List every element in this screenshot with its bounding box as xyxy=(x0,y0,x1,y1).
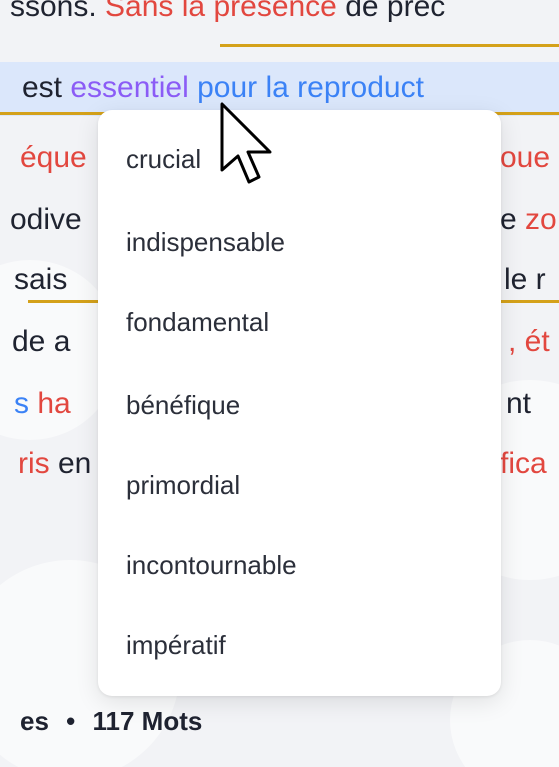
word-count: 117 Mots xyxy=(92,706,203,736)
text-fragment: de préc xyxy=(336,0,446,23)
suggestion-item[interactable]: fondamental xyxy=(126,307,269,338)
bullet-separator: • xyxy=(66,706,76,736)
suggestion-underline xyxy=(220,44,559,47)
flagged-word[interactable]: ha xyxy=(37,387,70,420)
mouse-pointer-icon xyxy=(220,102,272,184)
text-fragment: en xyxy=(49,447,92,480)
text-line-1: ssons. Sans la présence de préc xyxy=(0,0,559,60)
flagged-word[interactable]: éque xyxy=(20,141,87,174)
text-fragment: e xyxy=(500,203,526,236)
selected-word[interactable]: essentiel xyxy=(70,71,188,104)
text-line-2: est essentiel pour la reproduct xyxy=(0,62,559,116)
suggestion-underline xyxy=(28,300,98,303)
text-fragment: sais xyxy=(14,263,68,296)
flagged-word[interactable]: fica xyxy=(500,447,547,480)
suggestion-underline xyxy=(501,300,559,303)
text-fragment: de a xyxy=(12,325,71,358)
flagged-word[interactable]: zo xyxy=(525,203,557,236)
synonym-suggestions-popup: crucial indispensable fondamental bénéfi… xyxy=(98,110,501,696)
text-fragment: le r xyxy=(504,263,546,296)
text-fragment: odive xyxy=(10,203,82,236)
suggestion-item[interactable]: bénéfique xyxy=(126,390,240,421)
flagged-word[interactable]: Sans la xyxy=(105,0,213,23)
suggestion-item[interactable]: crucial xyxy=(126,144,201,175)
flagged-word[interactable]: ris xyxy=(18,447,50,480)
text-fragment: est xyxy=(22,71,71,104)
status-prefix: es xyxy=(20,706,49,736)
suggestion-item[interactable]: indispensable xyxy=(126,227,285,258)
text-fragment: nt xyxy=(506,387,532,420)
suggestion-item[interactable]: primordial xyxy=(126,470,240,501)
suggestion-item[interactable]: incontournable xyxy=(126,550,297,581)
flagged-word[interactable]: s xyxy=(14,387,37,420)
text-fragment: ssons. xyxy=(10,0,106,23)
flagged-word[interactable]: présence xyxy=(213,0,336,23)
suggestion-item[interactable]: impératif xyxy=(126,630,226,661)
flagged-word[interactable]: , ét xyxy=(508,325,550,358)
flagged-word[interactable]: oue xyxy=(500,141,550,174)
word-count-status: es • 117 Mots xyxy=(0,706,202,737)
